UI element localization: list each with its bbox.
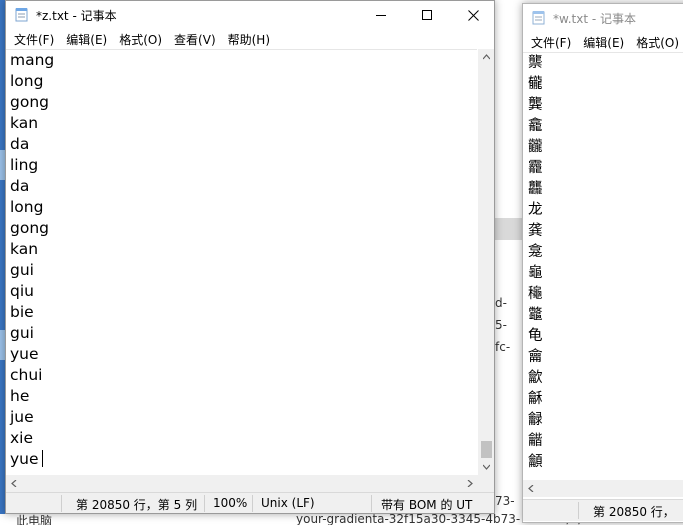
maximize-icon — [422, 10, 432, 20]
text-line: yue — [10, 345, 39, 363]
status-divider — [371, 495, 372, 512]
status-bar: 第 20850 行， — [523, 499, 683, 521]
status-position: 第 20850 行， — [593, 505, 675, 519]
text-line: gui — [10, 261, 34, 279]
text-line: mang — [10, 51, 55, 69]
text-editor[interactable]: 龒 龓 龔 龕 龖 龗 龘 龙 龚 龛 龜 龝 龞 龟 龠 龡 龢 龣 龤 龥 — [523, 52, 683, 480]
notepad-icon — [15, 8, 28, 22]
scrollbar-corner — [478, 475, 494, 492]
menu-format[interactable]: 格式(O) — [630, 32, 683, 52]
status-zoom: 100% — [213, 496, 248, 510]
text-line: gong — [10, 219, 49, 237]
text-line: 龢 — [528, 391, 543, 407]
status-encoding: 带有 BOM 的 UT — [381, 498, 473, 512]
menu-help[interactable]: 帮助(H) — [222, 29, 276, 49]
text-line: 龙 — [528, 202, 543, 218]
window-title: *w.txt - 记事本 — [553, 12, 636, 26]
text-line: chui — [10, 366, 43, 384]
minimize-icon — [376, 15, 386, 16]
text-line: 龝 — [528, 286, 543, 302]
menu-file[interactable]: 文件(F) — [8, 29, 60, 49]
text-line: ling — [10, 156, 39, 174]
maximize-button[interactable] — [404, 1, 450, 29]
horizontal-scrollbar[interactable] — [523, 480, 683, 497]
text-line: 龚 — [528, 223, 543, 239]
text-line: qiu — [10, 282, 34, 300]
text-line: gong — [10, 93, 49, 111]
text-line: 龔 — [528, 97, 543, 113]
text-line: 龥 — [528, 454, 543, 470]
background-file-fragment[interactable]: d- — [495, 296, 523, 310]
text-line: long — [10, 72, 44, 90]
status-line-ending: Unix (LF) — [261, 496, 315, 510]
text-line: 龒 — [528, 55, 543, 71]
text-line: long — [10, 198, 44, 216]
text-line: xie — [10, 429, 34, 447]
menu-file[interactable]: 文件(F) — [525, 32, 577, 52]
horizontal-scrollbar[interactable] — [6, 475, 478, 492]
scroll-left-icon[interactable] — [523, 480, 540, 497]
close-button[interactable] — [450, 1, 494, 29]
text-line: jue — [10, 408, 34, 426]
close-icon — [467, 9, 479, 21]
background-file-fragment[interactable]: 5- — [495, 318, 523, 332]
text-line: 龖 — [528, 139, 543, 155]
menu-bar: 文件(F) 编辑(E) 格式(O) 查看(V) 帮助(H) — [6, 29, 494, 49]
text-line: kan — [10, 114, 39, 132]
text-line: 龞 — [528, 307, 543, 323]
text-line: he — [10, 387, 30, 405]
text-line: kan — [10, 240, 39, 258]
text-line: 龕 — [528, 118, 543, 134]
minimize-button[interactable] — [358, 1, 404, 29]
text-editor[interactable]: mang long gong kan da ling da long gong … — [6, 49, 477, 475]
text-line: da — [10, 135, 30, 153]
notepad-icon — [532, 11, 545, 25]
notepad-window-w[interactable]: *w.txt - 记事本 文件(F) 编辑(E) 格式(O) 龒 龓 龔 龕 龖… — [522, 3, 683, 523]
text-line: 龠 — [528, 349, 543, 365]
scroll-right-icon[interactable] — [461, 475, 478, 492]
text-line: 龛 — [528, 244, 543, 260]
text-line: 龓 — [528, 76, 543, 92]
status-divider — [252, 495, 253, 512]
this-pc-label[interactable]: 此电脑 — [16, 514, 52, 525]
text-line-text: yue — [10, 450, 39, 468]
text-line: bie — [10, 303, 34, 321]
text-line: 龤 — [528, 433, 543, 449]
scroll-down-icon[interactable] — [478, 458, 494, 475]
text-line: 龗 — [528, 160, 543, 176]
vertical-scroll-thumb[interactable] — [481, 441, 492, 458]
text-line: da — [10, 177, 30, 195]
text-line: 龟 — [528, 328, 543, 344]
text-caret — [41, 450, 43, 467]
menu-edit[interactable]: 编辑(E) — [60, 29, 113, 49]
notepad-window-z[interactable]: *z.txt - 记事本 文件(F) 编辑(E) 格式(O) 查看(V) 帮助(… — [5, 0, 495, 514]
vertical-scrollbar[interactable] — [478, 49, 494, 475]
menu-edit[interactable]: 编辑(E) — [577, 32, 630, 52]
menu-format[interactable]: 格式(O) — [113, 29, 168, 49]
menu-bar: 文件(F) 编辑(E) 格式(O) — [523, 32, 683, 52]
text-line: 龘 — [528, 181, 543, 197]
scroll-up-icon[interactable] — [478, 49, 494, 66]
text-line: 龣 — [528, 412, 543, 428]
status-bar: 第 20850 行，第 5 列 100% Unix (LF) 带有 BOM 的 … — [6, 492, 494, 513]
background-file-name[interactable]: your-gradienta-32f15a30-3345-4b73- — [296, 514, 520, 525]
status-divider — [61, 495, 62, 512]
text-line-current: yue — [6, 449, 477, 470]
window-title: *z.txt - 记事本 — [36, 9, 117, 23]
title-bar[interactable]: *w.txt - 记事本 — [523, 4, 683, 32]
background-selected-row — [495, 218, 523, 240]
title-bar[interactable]: *z.txt - 记事本 — [6, 1, 494, 29]
text-line: 龜 — [528, 265, 543, 281]
menu-view[interactable]: 查看(V) — [168, 29, 222, 49]
text-line: gui — [10, 324, 34, 342]
status-position: 第 20850 行，第 5 列 — [76, 498, 198, 512]
background-explorer-column — [494, 0, 524, 525]
scroll-left-icon[interactable] — [6, 475, 23, 492]
status-divider — [204, 495, 205, 512]
background-file-fragment[interactable]: fc- — [495, 340, 523, 354]
background-file-fragment[interactable]: 73- — [495, 494, 523, 508]
status-divider — [578, 502, 579, 519]
text-line: 龡 — [528, 370, 543, 386]
